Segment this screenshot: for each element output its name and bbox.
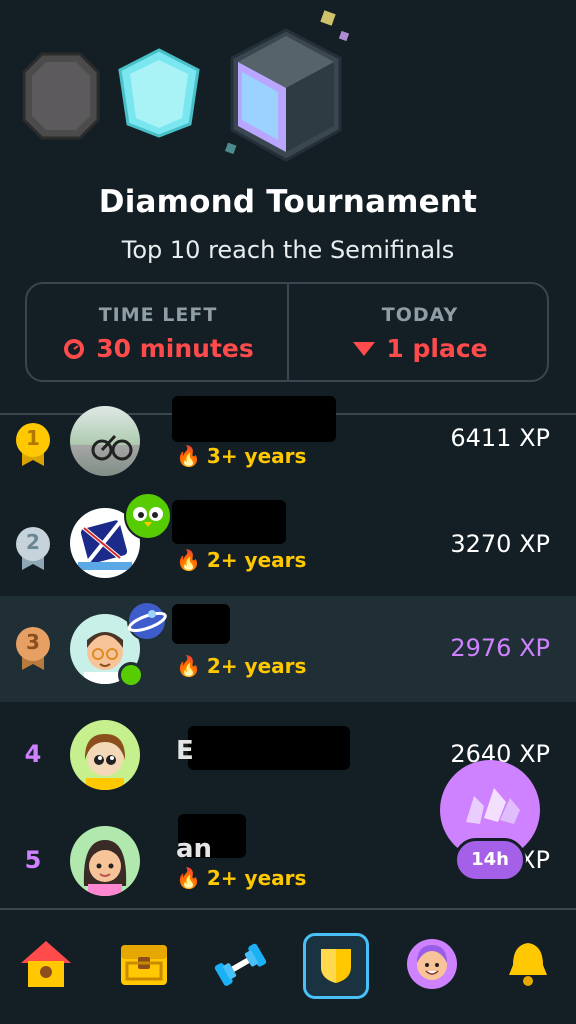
tab-profile[interactable] — [404, 936, 460, 992]
shield-icon — [321, 949, 351, 983]
fire-icon: 🔥 — [176, 654, 201, 678]
sparkle-small-icon — [224, 142, 237, 155]
avatar — [70, 406, 140, 476]
tab-home[interactable] — [18, 936, 74, 992]
rank-number: 5 — [24, 846, 42, 874]
fire-icon: 🔥 — [176, 444, 201, 468]
tab-treasure[interactable] — [116, 936, 172, 992]
xp-value: 2976 XP — [450, 634, 550, 662]
profile-avatar-icon — [407, 939, 457, 989]
streak-info: 🔥 3+ years — [176, 444, 306, 468]
user-name: an — [176, 834, 213, 864]
streak-text: 2+ years — [206, 548, 307, 572]
bottom-tab-bar — [0, 910, 576, 1024]
user-name: E — [176, 736, 194, 766]
league-title: Diamond Tournament — [98, 184, 478, 220]
fire-icon: 🔥 — [176, 548, 201, 572]
time-left-stat: TIME LEFT 30 minutes — [27, 284, 289, 380]
fire-icon: 🔥 — [176, 866, 201, 890]
duo-owl-icon — [124, 492, 172, 540]
today-value: 1 place — [386, 334, 488, 363]
xp-value: 6411 XP — [450, 424, 550, 452]
time-left-label: TIME LEFT — [98, 304, 218, 326]
rank-number: 3 — [26, 630, 40, 654]
streak-text: 3+ years — [206, 444, 307, 468]
treasure-chest-icon — [121, 945, 167, 985]
streak-info: 🔥 2+ years — [176, 654, 306, 678]
xp-value: 3270 XP — [450, 530, 550, 558]
planet-icon — [127, 601, 167, 641]
time-left-value: 30 minutes — [96, 334, 254, 363]
streak-info: 🔥 2+ years — [176, 866, 306, 890]
leaderboard-row-current-user[interactable]: 3 🔥 2+ years 2976 XP — [0, 596, 576, 702]
name-redaction — [172, 604, 230, 644]
today-label: TODAY — [381, 304, 459, 326]
sparkle-icon — [320, 10, 350, 42]
rank-number: 2 — [26, 530, 40, 554]
league-subtitle: Top 10 reach the Semifinals — [121, 236, 455, 264]
tab-practice[interactable] — [212, 936, 268, 992]
name-redaction — [172, 500, 286, 544]
dumbbell-icon — [214, 943, 267, 986]
timer-icon — [64, 338, 85, 359]
tab-notifications[interactable] — [500, 936, 556, 992]
amethyst-league-badge — [22, 52, 100, 140]
streak-info: 🔥 2+ years — [176, 548, 306, 572]
name-redaction — [172, 396, 336, 442]
avatar — [70, 720, 140, 790]
boost-timer-badge: 14h — [454, 838, 526, 882]
streak-text: 2+ years — [206, 866, 307, 890]
rank-number: 1 — [26, 426, 40, 450]
pearl-league-badge — [118, 48, 200, 138]
online-status-dot — [118, 662, 144, 688]
diamond-league-badge — [230, 28, 342, 162]
avatar — [70, 826, 140, 896]
home-icon — [21, 941, 71, 987]
today-stat: TODAY 1 place — [289, 284, 551, 380]
down-arrow-icon — [353, 341, 376, 356]
leaderboard-row[interactable]: 2 🔥 2+ years 3270 XP — [0, 490, 576, 596]
name-redaction — [188, 726, 350, 770]
rank-number: 4 — [24, 740, 42, 768]
tab-leagues[interactable] — [303, 933, 369, 999]
bell-icon — [509, 943, 547, 986]
streak-text: 2+ years — [206, 654, 307, 678]
stats-panel: TIME LEFT 30 minutes TODAY 1 place — [25, 282, 549, 382]
